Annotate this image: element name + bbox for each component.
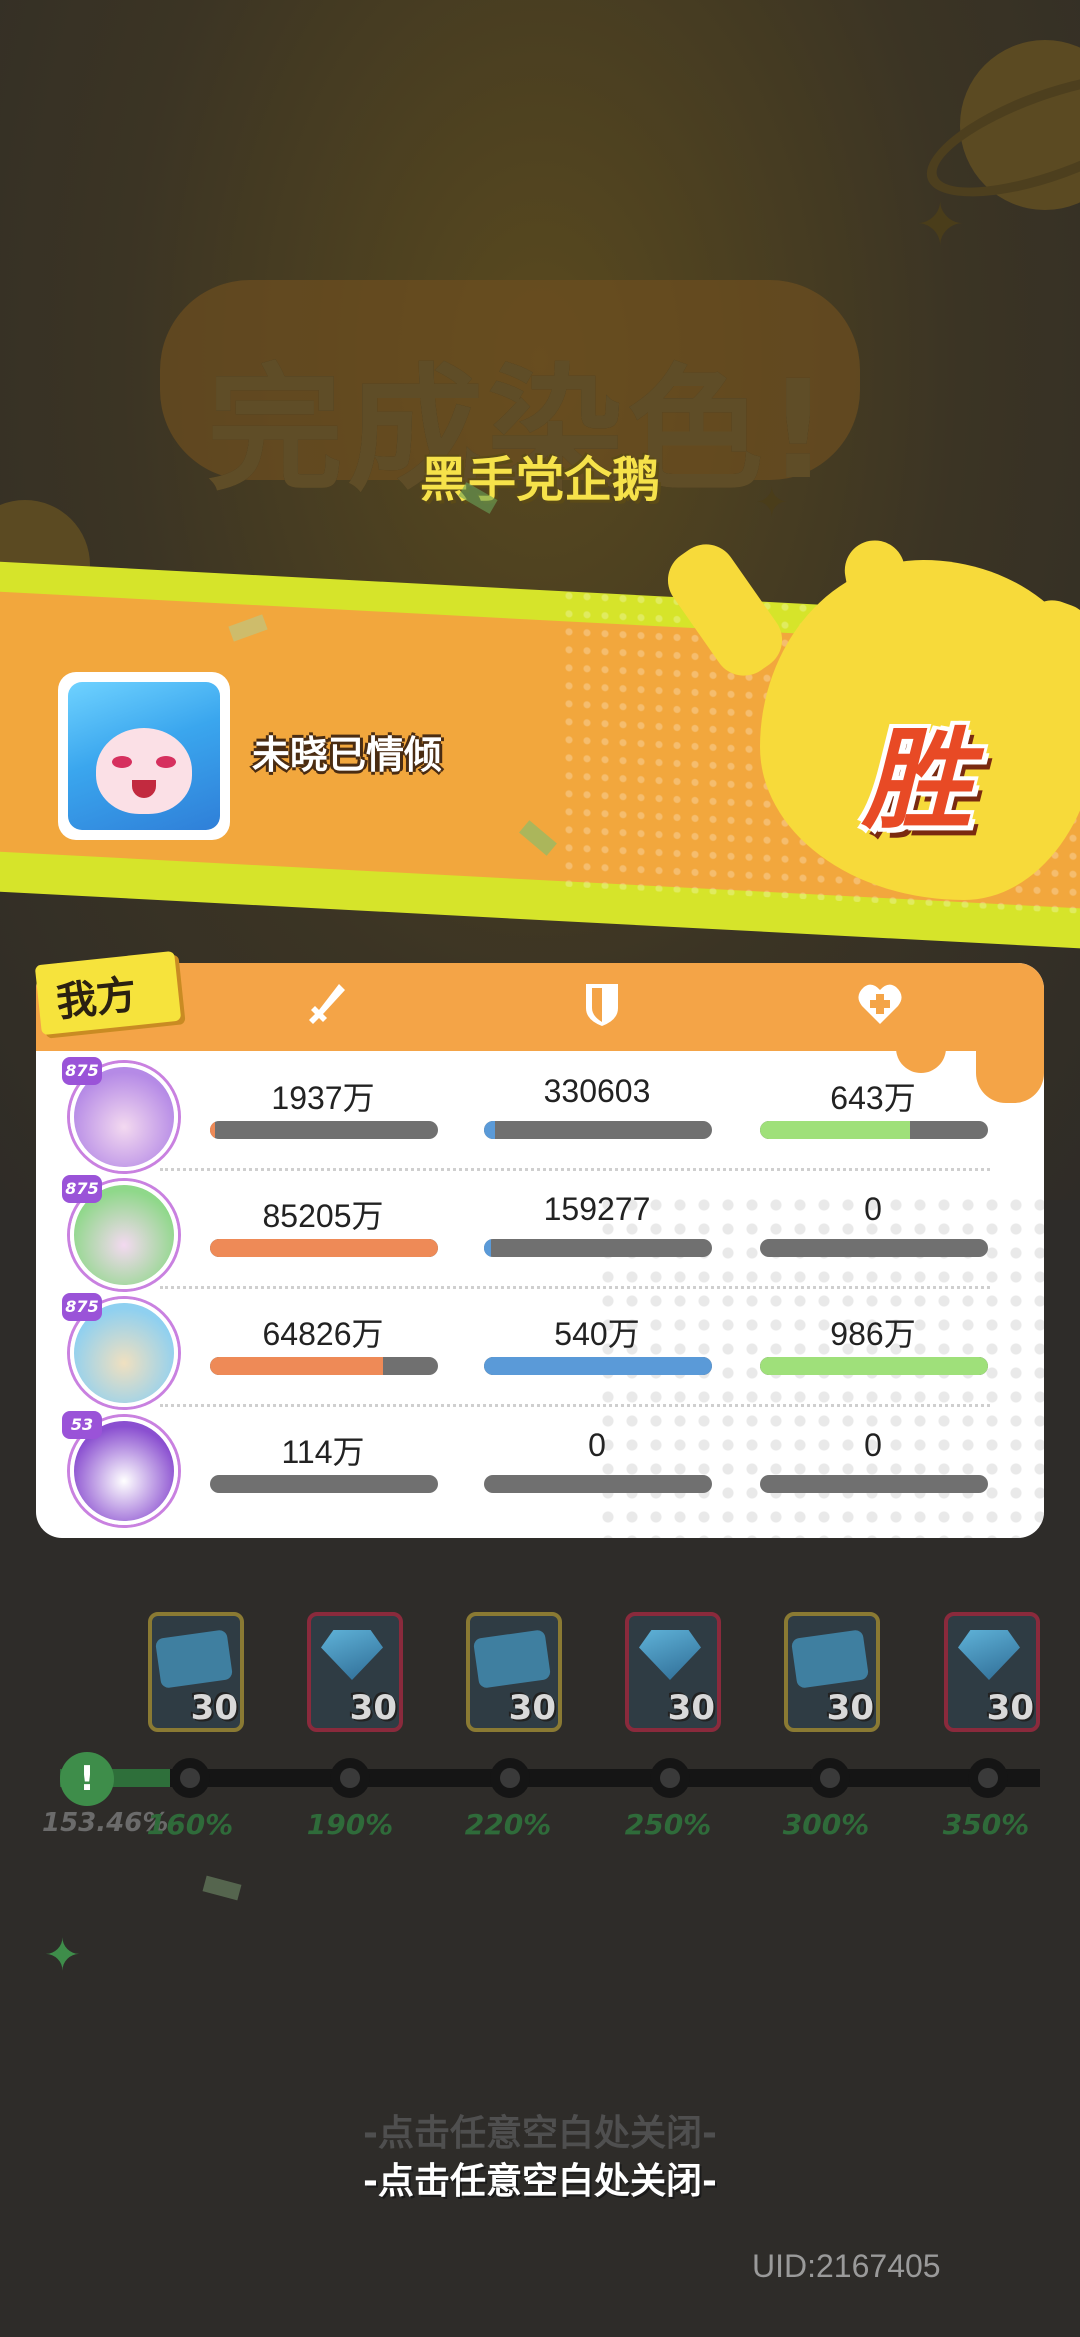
victory-label: 胜 — [862, 716, 972, 844]
milestone-percent: 300% — [782, 1808, 870, 1841]
reward-gem[interactable]: 30 — [307, 1612, 403, 1732]
milestone-node — [330, 1758, 370, 1798]
defense-bar — [484, 1239, 712, 1257]
defense-bar-fill — [484, 1239, 491, 1257]
reward-quantity: 30 — [826, 1688, 874, 1728]
close-hint[interactable]: -点击任意空白处关闭- — [0, 2152, 1080, 2204]
heal-bar — [760, 1357, 988, 1375]
reward-quantity: 30 — [986, 1688, 1034, 1728]
star-decoration: ✦ — [44, 1930, 81, 1981]
milestone-percent: 160% — [146, 1808, 234, 1841]
hero-level-badge: 53 — [62, 1411, 102, 1439]
star-decoration: ✦ — [915, 190, 966, 260]
team-label: 我方 — [54, 971, 139, 1027]
attack-bar — [210, 1121, 438, 1139]
heal-value: 0 — [864, 1191, 882, 1227]
milestone-node — [490, 1758, 530, 1798]
player-name: 未晓已情倾 — [252, 733, 443, 777]
heal-value: 0 — [864, 1427, 882, 1463]
avatar-face — [96, 728, 192, 814]
attack-value: 1937万 — [271, 1080, 375, 1116]
panel-drip — [896, 1033, 946, 1073]
defense-value: 0 — [588, 1427, 606, 1463]
row-separator — [160, 1404, 990, 1407]
heal-value: 986万 — [830, 1316, 916, 1352]
heal-bar — [760, 1475, 988, 1493]
defense-bar — [484, 1357, 712, 1375]
progress-marker-icon: ! — [60, 1752, 114, 1806]
reward-gem[interactable]: 30 — [944, 1612, 1040, 1732]
sword-icon — [305, 980, 349, 1028]
ticket-icon — [790, 1629, 870, 1689]
milestone-percent: 220% — [464, 1808, 552, 1841]
user-id: UID:2167405 — [752, 2248, 941, 2284]
close-hint-shadow: -点击任意空白处关闭- — [363, 2113, 717, 2154]
reward-quantity: 30 — [349, 1688, 397, 1728]
heal-bar-fill — [760, 1357, 988, 1375]
heart-plus-icon — [856, 980, 902, 1028]
reward-gem[interactable]: 30 — [625, 1612, 721, 1732]
milestone-node — [650, 1758, 690, 1798]
reward-quantity: 30 — [508, 1688, 556, 1728]
avatar-eye — [112, 756, 132, 768]
shield-icon — [580, 980, 624, 1028]
ticket-icon — [472, 1629, 552, 1689]
defense-value: 540万 — [554, 1316, 640, 1352]
attack-bar — [210, 1475, 438, 1493]
reward-quantity: 30 — [667, 1688, 715, 1728]
reward-ticket[interactable]: 30 — [784, 1612, 880, 1732]
milestone-node — [968, 1758, 1008, 1798]
defense-value: 159277 — [543, 1191, 651, 1227]
attack-bar-fill — [210, 1357, 384, 1375]
player-avatar[interactable] — [68, 682, 220, 830]
hero-level-badge: 875 — [62, 1057, 102, 1085]
reward-ticket[interactable]: 30 — [466, 1612, 562, 1732]
attack-value: 64826万 — [262, 1316, 384, 1352]
attack-bar — [210, 1239, 438, 1257]
hero-level-badge: 875 — [62, 1175, 102, 1203]
hero-level-badge: 875 — [62, 1293, 102, 1321]
attack-bar-fill — [210, 1121, 215, 1139]
milestone-percent: 350% — [942, 1808, 1030, 1841]
defense-bar — [484, 1121, 712, 1139]
heal-bar — [760, 1121, 988, 1139]
defense-bar-fill — [484, 1357, 712, 1375]
heal-bar-fill — [760, 1121, 911, 1139]
heal-bar — [760, 1239, 988, 1257]
milestone-node — [810, 1758, 850, 1798]
diamond-icon — [639, 1630, 701, 1680]
milestone-node — [170, 1758, 210, 1798]
heal-value: 643万 — [830, 1080, 916, 1116]
reward-quantity: 30 — [190, 1688, 238, 1728]
reward-ticket[interactable]: 30 — [148, 1612, 244, 1732]
defense-value: 330603 — [543, 1073, 651, 1109]
ticket-icon — [154, 1629, 234, 1689]
attack-bar-fill — [210, 1239, 438, 1257]
result-subtitle: 黑手党企鹅 — [419, 452, 660, 508]
attack-value: 85205万 — [262, 1198, 384, 1234]
row-separator — [160, 1286, 990, 1289]
diamond-icon — [321, 1630, 383, 1680]
attack-bar — [210, 1357, 438, 1375]
avatar-eye — [156, 756, 176, 768]
diamond-icon — [958, 1630, 1020, 1680]
milestone-percent: 250% — [624, 1808, 712, 1841]
row-separator — [160, 1168, 990, 1171]
attack-value: 114万 — [281, 1434, 365, 1470]
defense-bar-fill — [484, 1121, 496, 1139]
defense-bar — [484, 1475, 712, 1493]
milestone-percent: 190% — [306, 1808, 394, 1841]
avatar-mouth — [132, 780, 156, 798]
